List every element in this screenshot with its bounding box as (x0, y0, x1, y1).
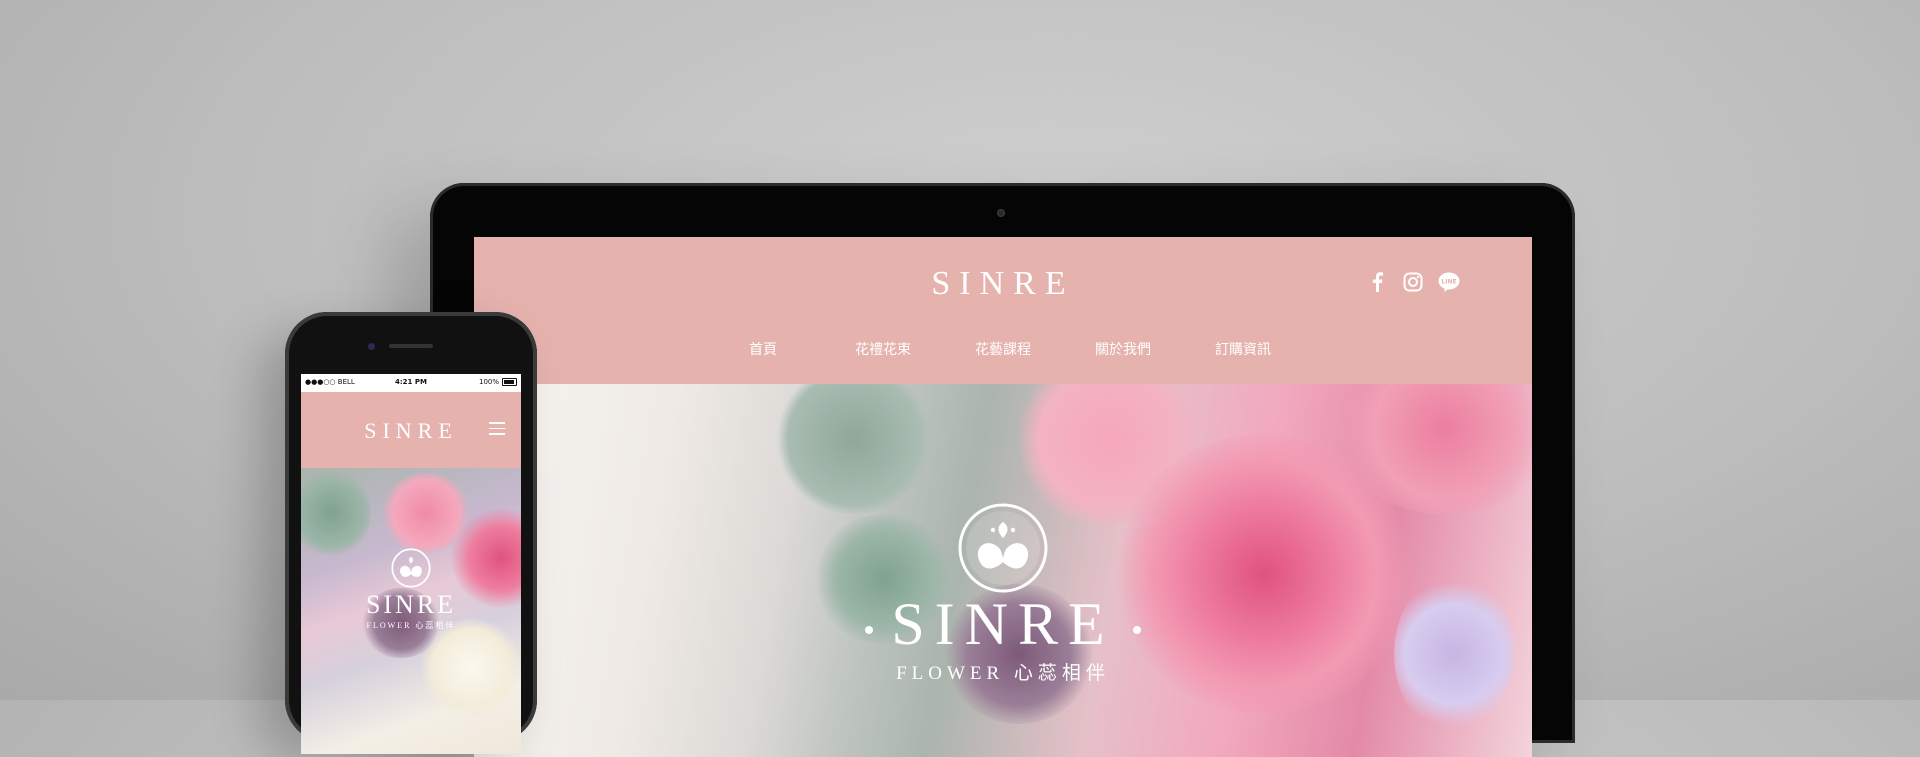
hero-banner: SINRE FLOWER 心蕊相伴 (474, 384, 1532, 757)
hero-subtitle: FLOWER 心蕊相伴 (896, 663, 1110, 684)
hero-logo: SINRE FLOWER 心蕊相伴 (474, 502, 1532, 685)
mobile-logo[interactable]: SINRE (301, 418, 521, 444)
nav-item-about[interactable]: 關於我們 (1093, 339, 1153, 359)
hero-title: SINRE (474, 594, 1532, 654)
laptop-mockup: SINRE LINE 首頁 花禮花束 花藝課程 關於我們 訂購資訊 SINRE … (430, 183, 1575, 757)
laptop-camera (997, 209, 1005, 217)
phone-camera (368, 343, 375, 350)
battery-icon (502, 378, 517, 386)
flower-shape (774, 384, 934, 514)
phone-screen: ●●●○○ BELL 4:21 PM 100% SINRE SINRE FLOW… (301, 374, 521, 754)
mobile-hero-banner: SINRE FLOWER 心蕊相伴 (301, 468, 521, 754)
battery-percent: 100% (478, 378, 499, 386)
flower-emblem-icon (957, 502, 1049, 594)
nav-item-courses[interactable]: 花藝課程 (973, 339, 1033, 359)
main-nav: 首頁 花禮花束 花藝課程 關於我們 訂購資訊 (474, 339, 1532, 359)
mobile-header: SINRE (301, 392, 521, 468)
instagram-icon[interactable] (1402, 271, 1424, 293)
line-icon-text: LINE (1441, 279, 1456, 286)
hamburger-menu-icon[interactable] (489, 422, 505, 436)
hero-title-text: SINRE (891, 591, 1115, 657)
nav-item-bouquets[interactable]: 花禮花束 (853, 339, 913, 359)
site-header: SINRE LINE 首頁 花禮花束 花藝課程 關於我們 訂購資訊 (474, 237, 1532, 384)
nav-item-order-info[interactable]: 訂購資訊 (1213, 339, 1273, 359)
mobile-hero-title: SINRE (365, 590, 457, 619)
facebook-icon[interactable] (1366, 271, 1388, 293)
flower-shape (301, 468, 371, 558)
laptop-screen: SINRE LINE 首頁 花禮花束 花藝課程 關於我們 訂購資訊 SINRE … (474, 237, 1532, 757)
mobile-hero-subtitle: FLOWER 心蕊相伴 (366, 621, 456, 630)
status-bar: ●●●○○ BELL 4:21 PM 100% (301, 374, 521, 392)
nav-item-home[interactable]: 首頁 (733, 339, 793, 359)
battery-indicator: 100% (479, 378, 517, 386)
mobile-hero-logo: SINRE FLOWER 心蕊相伴 (301, 548, 521, 631)
social-links: LINE (1366, 271, 1460, 293)
flower-emblem-icon (391, 548, 431, 588)
phone-mockup: ●●●○○ BELL 4:21 PM 100% SINRE SINRE FLOW… (285, 312, 537, 754)
phone-earpiece (389, 344, 433, 348)
line-icon[interactable]: LINE (1438, 271, 1460, 293)
